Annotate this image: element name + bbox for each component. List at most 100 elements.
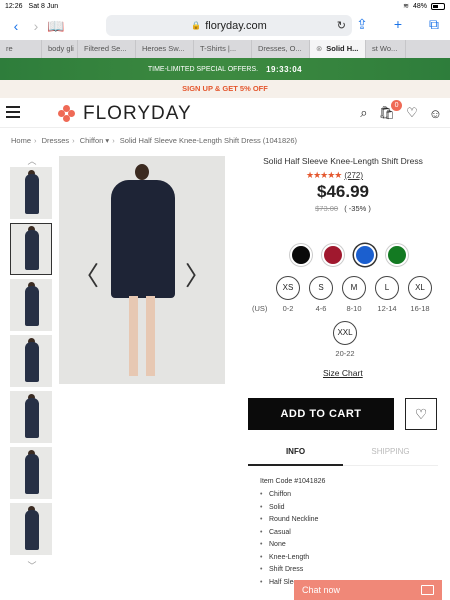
site-header: FLORYDAY ⌕ 🛍 0 ♡ ☺	[0, 98, 450, 128]
reload-icon[interactable]: ↻	[337, 19, 346, 32]
product-thumbnail[interactable]	[10, 391, 52, 443]
size-selector: (US) XS 0-2 S 4-6 M 8-10 L 12-14 XL 16-1…	[252, 276, 442, 358]
site-logo[interactable]: FLORYDAY	[58, 103, 192, 125]
browser-tab[interactable]: Filtered Se...	[78, 40, 136, 58]
signup-coupon-banner[interactable]: SIGN UP & GET 5% OFF	[0, 80, 450, 98]
next-image-icon[interactable]: 〉	[185, 256, 211, 293]
size-us-value: 16-18	[410, 304, 430, 313]
thumbs-up-arrow-icon[interactable]: ︿	[10, 154, 54, 166]
size-option-s[interactable]: S	[309, 276, 333, 300]
lock-icon: 🔒	[191, 21, 202, 30]
status-right: ≋ 48%	[403, 2, 445, 10]
size-option-xl[interactable]: XL	[408, 276, 432, 300]
browser-tab[interactable]: st Wo...	[366, 40, 406, 58]
browser-tab-active[interactable]: ⊗ Solid H...	[310, 40, 366, 58]
size-option-m[interactable]: M	[342, 276, 366, 300]
bookmarks-icon[interactable]: 📖	[46, 18, 66, 35]
browser-toolbar: ‹ › 📖 🔒 floryday.com ↻ ⇪ + ⧉	[0, 12, 450, 40]
add-to-wishlist-button[interactable]: ♡	[405, 398, 437, 430]
promo-banner[interactable]: TIME-LIMITED SPECIAL OFFERS. 19:33:04	[0, 58, 450, 80]
detail-item: Shift Dress	[260, 566, 440, 573]
prev-image-icon[interactable]: 〈	[73, 256, 99, 293]
tab-shipping[interactable]: SHIPPING	[343, 444, 438, 466]
browser-tab[interactable]: re	[0, 40, 42, 58]
product-thumbnail[interactable]	[10, 335, 52, 387]
color-swatch-black[interactable]	[290, 244, 312, 266]
size-chart-link[interactable]: Size Chart	[323, 368, 363, 378]
detail-item: Round Neckline	[260, 516, 440, 523]
color-swatches	[290, 244, 408, 266]
chat-label: Chat now	[302, 585, 341, 595]
cart-count-badge: 0	[391, 100, 403, 111]
product-thumbnail-selected[interactable]	[10, 223, 52, 275]
detail-list: Chiffon Solid Round Neckline Casual None…	[260, 491, 440, 586]
color-swatch-red[interactable]	[322, 244, 344, 266]
product-thumbnail[interactable]	[10, 167, 52, 219]
tab-info[interactable]: INFO	[248, 444, 343, 466]
wifi-icon: ≋	[403, 3, 409, 10]
detail-item: Solid	[260, 504, 440, 511]
size-option-xs[interactable]: XS	[276, 276, 300, 300]
breadcrumb-chiffon[interactable]: Chiffon ▾	[80, 136, 109, 145]
chat-window-icon	[421, 585, 434, 595]
size-us-value: 8-10	[346, 304, 362, 313]
url-text: floryday.com	[205, 19, 267, 32]
back-icon[interactable]: ‹	[6, 18, 26, 34]
discount-percent: ( -35% )	[344, 204, 371, 213]
browser-tab[interactable]: body gli	[42, 40, 78, 58]
url-bar[interactable]: 🔒 floryday.com ↻	[106, 15, 352, 36]
forward-icon[interactable]: ›	[26, 18, 46, 34]
close-tab-icon[interactable]: ⊗	[316, 44, 322, 53]
old-price: $73.00	[315, 204, 339, 213]
browser-tab[interactable]: Heroes Sw...	[136, 40, 194, 58]
heart-icon: ♡	[414, 406, 428, 422]
size-us-value: 4-6	[315, 304, 327, 313]
promo-countdown: 19:33:04	[266, 64, 303, 74]
color-swatch-green[interactable]	[386, 244, 408, 266]
product-thumbnail[interactable]	[10, 279, 52, 331]
product-title: Solid Half Sleeve Knee-Length Shift Dres…	[263, 156, 423, 166]
toolbar-actions: ⇪ + ⧉	[352, 16, 444, 33]
us-size-label: (US)	[252, 304, 268, 313]
cart-icon[interactable]: 🛍 0	[379, 100, 403, 121]
breadcrumb-home[interactable]: Home	[11, 136, 31, 145]
search-icon[interactable]: ⌕	[360, 105, 367, 121]
detail-item: Chiffon	[260, 491, 440, 498]
status-date: Sat 8 Jun	[28, 2, 59, 10]
wishlist-icon[interactable]: ♡	[406, 105, 418, 121]
size-us-value: 20-22	[335, 349, 355, 358]
model-figure	[135, 164, 149, 180]
status-bar: 12:26 Sat 8 Jun ≋ 48%	[0, 0, 450, 12]
account-icon[interactable]: ☺	[429, 106, 442, 121]
size-option-l[interactable]: L	[375, 276, 399, 300]
browser-tab[interactable]: T-Shirts |...	[194, 40, 252, 58]
share-icon[interactable]: ⇪	[352, 16, 372, 33]
rating-stars: ★★★★★	[306, 170, 342, 180]
menu-icon[interactable]	[6, 106, 20, 118]
detail-item: Casual	[260, 529, 440, 536]
add-to-cart-button[interactable]: ADD TO CART	[248, 398, 394, 430]
review-count-link[interactable]: (272)	[344, 171, 363, 180]
item-code: Item Code #1041826	[260, 478, 326, 485]
color-swatch-blue-selected[interactable]	[354, 244, 376, 266]
product-thumbnail[interactable]	[10, 447, 52, 499]
promo-text: TIME-LIMITED SPECIAL OFFERS.	[147, 65, 259, 73]
status-time: 12:26	[5, 2, 23, 10]
browser-tab[interactable]: Dresses, O...	[252, 40, 310, 58]
battery-percent: 48%	[412, 2, 427, 10]
logo-text: FLORYDAY	[83, 103, 192, 124]
thumbnail-strip: ︿ ﹀	[10, 154, 54, 571]
thumbs-down-arrow-icon[interactable]: ﹀	[10, 559, 54, 571]
product-details: Item Code #1041826 Chiffon Solid Round N…	[260, 478, 440, 591]
new-tab-icon[interactable]: +	[388, 16, 408, 33]
size-option-xxl[interactable]: XXL	[333, 321, 357, 345]
tabs-overview-icon[interactable]: ⧉	[424, 16, 444, 33]
chat-now-button[interactable]: Chat now	[294, 580, 442, 600]
breadcrumb-dresses[interactable]: Dresses	[42, 136, 70, 145]
product-rating: ★★★★★ (272)	[306, 170, 363, 181]
product-thumbnail[interactable]	[10, 503, 52, 555]
header-icons: ⌕ 🛍 0 ♡ ☺	[360, 100, 442, 121]
price-original: $73.00 ( -35% )	[248, 204, 438, 213]
product-main-image[interactable]: 〈 〉	[59, 156, 225, 384]
size-us-value: 0-2	[282, 304, 294, 313]
